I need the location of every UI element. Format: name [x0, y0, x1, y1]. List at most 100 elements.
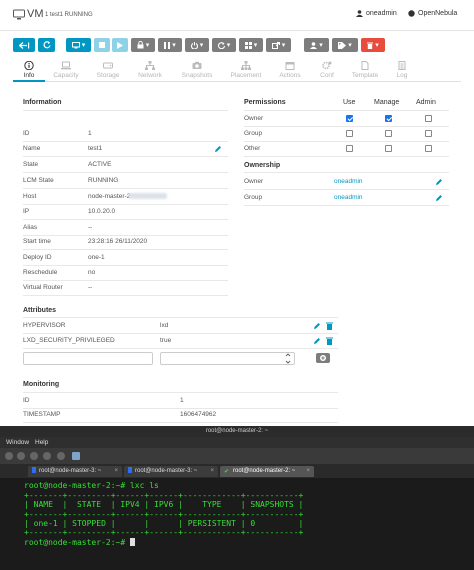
info-label: Alias [23, 224, 38, 231]
caret-down-icon: ▾ [81, 42, 86, 49]
attribute-key: HYPERVISOR [23, 322, 66, 329]
attribute-key-input[interactable] [23, 352, 153, 365]
close-icon[interactable]: × [114, 466, 118, 477]
terminal-cursor [129, 538, 135, 546]
permission-use-checkbox[interactable] [346, 145, 353, 152]
permission-use-checkbox[interactable] [346, 115, 353, 122]
delete-dropdown-button[interactable]: ▾ [361, 38, 385, 52]
menu-help[interactable]: Help [35, 437, 48, 448]
terminal-tab[interactable]: root@node-master-3: ~ × [124, 466, 218, 477]
toolbar-image-icon[interactable] [72, 452, 80, 460]
user-name: oneadmin [366, 10, 397, 17]
reboot-dropdown-button[interactable]: ▾ [212, 38, 236, 52]
row-divider [23, 110, 228, 111]
tab-network[interactable]: Network [128, 61, 172, 79]
user-menu[interactable]: oneadmin [356, 10, 397, 17]
row-divider [23, 188, 228, 189]
calendar-icon [285, 62, 295, 70]
toolbar-icon[interactable] [5, 452, 13, 460]
grid-icon [244, 41, 252, 49]
back-button[interactable] [13, 38, 35, 52]
play-button[interactable] [112, 38, 128, 52]
info-label: Start time [23, 238, 51, 245]
permission-manage-checkbox[interactable] [385, 130, 392, 137]
lock-icon [137, 41, 144, 49]
attribute-value-input[interactable] [160, 352, 295, 365]
zone-menu[interactable]: OpenNebula [408, 10, 457, 17]
row-divider [23, 408, 338, 409]
grid-dropdown-button[interactable]: ▾ [239, 38, 263, 52]
permission-label: Group [244, 130, 263, 137]
tab-label: Snapshots [181, 72, 213, 79]
monitoring-value: 1606474962 [180, 411, 217, 418]
edit-ownership-icon[interactable] [435, 178, 443, 186]
ownership-value-link[interactable]: oneadmin [334, 178, 363, 185]
row-divider [23, 156, 228, 157]
stop-button[interactable] [94, 38, 110, 52]
info-icon [24, 61, 34, 70]
play-icon [117, 41, 123, 49]
terminal-output-line: +-------+---------+------+------+-------… [24, 510, 304, 519]
permission-admin-checkbox[interactable] [425, 145, 432, 152]
terminal-tab[interactable]: root@node-master-3: ~ × [28, 466, 122, 477]
toolbar-icon[interactable] [43, 452, 51, 460]
attribute-value: lxd [160, 322, 169, 329]
labels-dropdown-button[interactable]: ▾ [332, 38, 358, 52]
permission-admin-checkbox[interactable] [425, 115, 432, 122]
permission-manage-checkbox[interactable] [385, 145, 392, 152]
tab-capacity[interactable]: Capacity [44, 61, 88, 79]
edit-ownership-icon[interactable] [435, 194, 443, 202]
close-icon[interactable]: × [306, 466, 310, 477]
permission-manage-checkbox[interactable] [385, 115, 392, 122]
row-divider [23, 280, 228, 281]
tab-snapshots[interactable]: Snapshots [175, 61, 219, 79]
permission-admin-checkbox[interactable] [425, 130, 432, 137]
delete-attribute-icon[interactable] [326, 337, 333, 345]
info-value: 1 [88, 130, 92, 137]
terminal-output-line: | NAME | STATE | IPV4 | IPV6 | TYPE | SN… [24, 500, 304, 509]
edit-attribute-icon[interactable] [313, 322, 321, 330]
add-attribute-button[interactable] [316, 353, 330, 363]
monitoring-value: 1 [180, 397, 184, 404]
caret-down-icon: ▾ [199, 42, 204, 49]
power-icon [190, 41, 198, 49]
permission-use-checkbox[interactable] [346, 130, 353, 137]
info-value: -- [88, 224, 93, 231]
pause-dropdown-button[interactable]: ▾ [158, 38, 182, 52]
page-subtitle: 1 test1 RUNNING [45, 12, 93, 18]
edit-name-icon[interactable] [214, 145, 222, 153]
refresh-button[interactable] [38, 38, 55, 52]
share-dropdown-button[interactable]: ▾ [266, 38, 291, 52]
toolbar-icon[interactable] [17, 452, 25, 460]
close-icon[interactable]: × [210, 466, 214, 477]
tab-label: Network [138, 72, 162, 79]
console-dropdown-button[interactable]: ▾ [66, 38, 91, 52]
tab-log[interactable]: Log [380, 61, 424, 79]
power-dropdown-button[interactable]: ▾ [185, 38, 209, 52]
caret-down-icon: ▾ [319, 42, 323, 49]
terminal-tab-active[interactable]: ✔ root@node-master-2: ~ × [220, 466, 314, 477]
terminal-tab-label: root@node-master-3: ~ [135, 468, 198, 474]
tab-label: Storage [96, 72, 120, 79]
trash-icon [367, 42, 374, 49]
row-divider [244, 205, 449, 206]
delete-attribute-icon[interactable] [326, 322, 333, 330]
lock-dropdown-button[interactable]: ▾ [131, 38, 155, 52]
tab-storage[interactable]: Storage [86, 61, 130, 79]
ownership-value-link[interactable]: oneadmin [334, 194, 363, 201]
edit-attribute-icon[interactable] [313, 337, 321, 345]
tab-placement[interactable]: Placement [224, 61, 268, 79]
resize-handle-icon[interactable] [285, 353, 291, 364]
owner-dropdown-button[interactable]: ▾ [304, 38, 329, 52]
app-header: VM 1 test1 RUNNING oneadmin OpenNebula [0, 0, 474, 32]
row-divider [244, 189, 449, 190]
row-divider [244, 141, 449, 142]
menu-window[interactable]: Window [6, 437, 29, 448]
user-icon [356, 10, 363, 17]
stop-icon [99, 42, 105, 48]
toolbar-icon[interactable] [57, 452, 65, 460]
toolbar-icon[interactable] [30, 452, 38, 460]
back-arrow-icon [18, 41, 29, 49]
terminal-title: root@node-master-2: ~ [0, 426, 474, 437]
zone-name: OpenNebula [418, 10, 458, 17]
